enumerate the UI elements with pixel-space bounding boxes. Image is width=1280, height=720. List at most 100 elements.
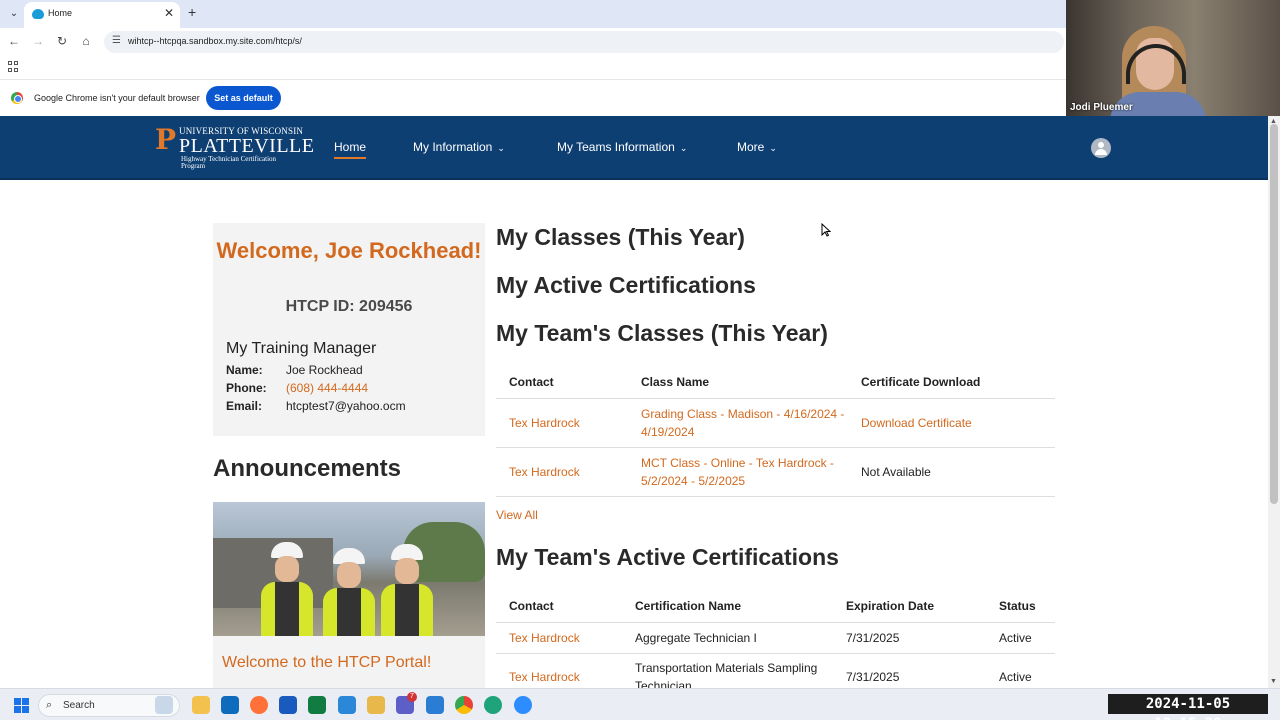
nav-more-label: More <box>737 140 765 154</box>
htcp-id: HTCP ID: 209456 <box>285 298 413 315</box>
nav-my-information[interactable]: My Information ⌄ <box>413 140 505 154</box>
certificate-status: Not Available <box>848 447 1055 497</box>
windows-taskbar: ⌕ Search <box>0 688 1280 720</box>
participant-video: Jodi Pluemer <box>1066 0 1280 120</box>
phone-link[interactable]: (608) 444-4444 <box>286 381 368 395</box>
windows-start-icon[interactable] <box>14 698 29 713</box>
page-scrollbar[interactable] <box>1268 116 1280 688</box>
email-label: Email: <box>226 399 263 413</box>
set-as-default-button[interactable]: Set as default <box>206 86 281 110</box>
column-header: Status <box>986 590 1055 623</box>
tab-search-chevron-icon[interactable]: ⌄ <box>6 6 22 22</box>
file-explorer-icon[interactable] <box>192 696 210 714</box>
photo-person <box>321 548 377 636</box>
logo-line3: Highway Technician Certification Program <box>181 155 277 170</box>
url-text[interactable]: wihtcp--htcpqa.sandbox.my.site.com/htcp/… <box>128 36 302 46</box>
default-browser-notice: Google Chrome isn't your default browser <box>34 93 200 103</box>
team-classes-heading: My Team's Classes (This Year) <box>496 320 828 346</box>
column-header: Expiration Date <box>833 590 986 623</box>
browser-toolbar: ← → ↻ ⌂ ☰ wihtcp--htcpqa.sandbox.my.site… <box>0 28 1066 56</box>
nav-my-information-label: My Information <box>413 140 493 154</box>
search-highlight-icon[interactable] <box>155 696 173 714</box>
manager-phone-row: Phone: (608) 444-4444 <box>226 381 368 395</box>
expiration-date: 7/31/2025 <box>833 622 986 654</box>
class-name-link[interactable]: Grading Class - Madison - 4/16/2024 - 4/… <box>628 398 848 448</box>
home-icon[interactable]: ⌂ <box>78 34 94 48</box>
site-header: P UNIVERSITY OF WISCONSIN PLATTEVILLE Hi… <box>0 116 1268 180</box>
download-certificate-link[interactable]: Download Certificate <box>848 398 1055 448</box>
email-value: htcptest7@yahoo.ocm <box>286 399 406 413</box>
column-header: Class Name <box>628 366 848 399</box>
table-row: Tex Hardrock Aggregate Technician I 7/31… <box>496 622 1055 654</box>
excel-icon[interactable] <box>308 696 326 714</box>
status: Active <box>986 622 1055 654</box>
table-header-row: Contact Certification Name Expiration Da… <box>496 590 1055 623</box>
scroll-up-arrow-icon[interactable]: ▲ <box>1270 118 1277 125</box>
chevron-down-icon: ⌄ <box>497 143 505 153</box>
browser-tab-home[interactable]: Home ✕ <box>24 2 180 28</box>
calculator-icon[interactable] <box>338 696 356 714</box>
zoom-icon[interactable] <box>514 696 532 714</box>
column-header: Contact <box>496 590 622 623</box>
nav-more[interactable]: More ⌄ <box>737 140 777 154</box>
tab-title: Home <box>48 8 73 18</box>
contact-link[interactable]: Tex Hardrock <box>496 447 628 497</box>
name-value: Joe Rockhead <box>286 363 363 377</box>
tab-close-icon[interactable]: ✕ <box>164 6 174 20</box>
announcement-photo <box>213 502 485 636</box>
manager-email-row: Email: htcptest7@yahoo.ocm <box>226 399 406 413</box>
training-manager-title: My Training Manager <box>226 340 377 357</box>
teams-notification-badge: 7 <box>407 692 417 702</box>
nav-home[interactable]: Home <box>334 140 367 159</box>
column-header: Contact <box>496 366 628 399</box>
welcome-heading: Welcome, Joe Rockhead! <box>216 238 482 263</box>
logo-line2: PLATTEVILLE <box>179 135 315 157</box>
contact-link[interactable]: Tex Hardrock <box>496 398 628 448</box>
outlook-icon[interactable] <box>221 696 239 714</box>
forward-arrow-icon[interactable]: → <box>30 34 46 48</box>
table-row: Tex Hardrock Grading Class - Madison - 4… <box>496 398 1055 448</box>
chrome-logo-icon <box>11 92 23 104</box>
announcement-link[interactable]: Welcome to the HTCP Portal! <box>222 654 431 672</box>
bookmarks-bar <box>0 56 1066 80</box>
welcome-card: Welcome, Joe Rockhead! HTCP ID: 209456 M… <box>213 223 485 436</box>
nav-my-teams-information[interactable]: My Teams Information ⌄ <box>557 140 687 154</box>
user-avatar-icon[interactable] <box>1091 138 1111 158</box>
timestamp-overlay: 2024-11-05 13:15:29 <box>1108 694 1268 720</box>
table-header-row: Contact Class Name Certificate Download <box>496 366 1055 399</box>
site-info-icon[interactable]: ☰ <box>112 35 121 46</box>
edge-icon[interactable] <box>484 696 502 714</box>
table-row: Tex Hardrock MCT Class - Online - Tex Ha… <box>496 447 1055 497</box>
participant-name: Jodi Pluemer <box>1070 102 1133 113</box>
search-icon: ⌕ <box>46 699 53 711</box>
salesforce-favicon-icon <box>32 9 44 19</box>
back-arrow-icon[interactable]: ← <box>6 34 22 48</box>
announcement-card[interactable]: Welcome to the HTCP Portal! <box>213 502 485 692</box>
photo-person <box>259 542 315 636</box>
phone-label: Phone: <box>226 381 267 395</box>
word-icon[interactable] <box>279 696 297 714</box>
logo-p-mark: P <box>155 123 177 156</box>
class-name-link[interactable]: MCT Class - Online - Tex Hardrock - 5/2/… <box>628 447 848 497</box>
view-all-link[interactable]: View All <box>496 508 538 522</box>
snipping-tool-icon[interactable] <box>367 696 385 714</box>
new-tab-icon[interactable]: + <box>188 4 196 20</box>
chevron-down-icon: ⌄ <box>679 143 688 153</box>
certification-name: Aggregate Technician I <box>622 622 833 654</box>
uw-platteville-logo[interactable]: P UNIVERSITY OF WISCONSIN PLATTEVILLE Hi… <box>155 123 314 170</box>
team-classes-table: Contact Class Name Certificate Download … <box>496 366 1055 497</box>
reload-icon[interactable]: ↻ <box>54 34 70 48</box>
my-active-certifications-heading: My Active Certifications <box>496 272 756 298</box>
scrollbar-thumb[interactable] <box>1270 124 1278 504</box>
zoom-share-icon[interactable] <box>426 696 444 714</box>
column-header: Certification Name <box>622 590 833 623</box>
team-active-certifications-heading: My Team's Active Certifications <box>496 544 839 570</box>
apps-grid-icon[interactable] <box>8 61 19 72</box>
firefox-icon[interactable] <box>250 696 268 714</box>
column-header: Certificate Download <box>848 366 1055 399</box>
contact-link[interactable]: Tex Hardrock <box>496 622 622 654</box>
nav-my-teams-information-label: My Teams Information <box>557 140 675 154</box>
chrome-icon[interactable] <box>455 696 473 714</box>
scroll-down-arrow-icon[interactable]: ▼ <box>1270 678 1277 685</box>
address-bar[interactable]: ☰ wihtcp--htcpqa.sandbox.my.site.com/htc… <box>104 31 1064 53</box>
